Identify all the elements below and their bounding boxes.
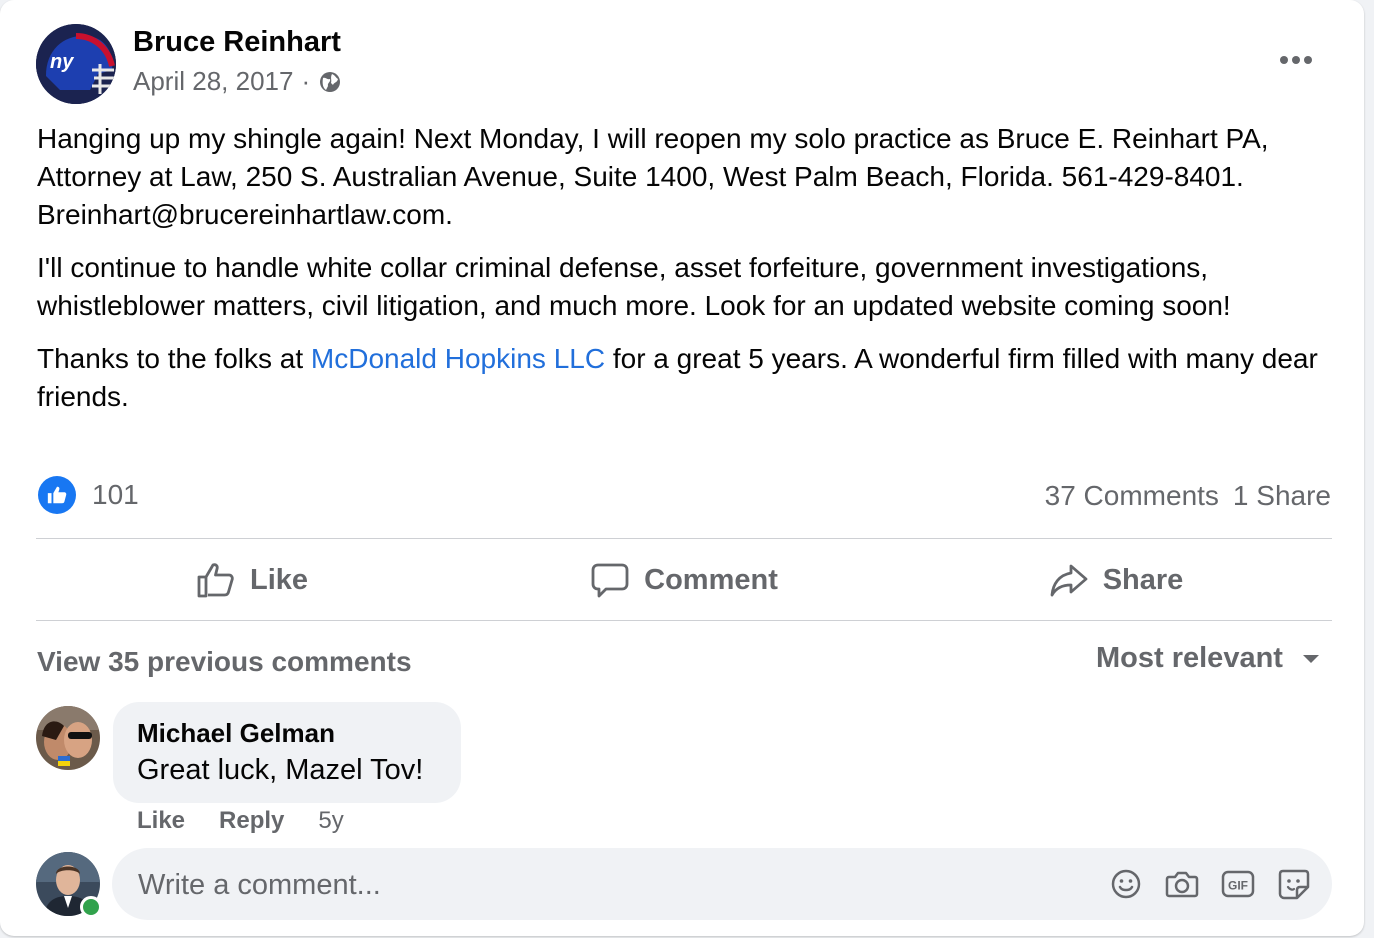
- comment-reply-button[interactable]: Reply: [219, 807, 284, 835]
- like-button[interactable]: Like: [36, 540, 468, 620]
- post-paragraph: Hanging up my shingle again! Next Monday…: [37, 123, 1269, 230]
- comment-label: Comment: [644, 563, 778, 596]
- view-previous-comments-link[interactable]: View 35 previous comments: [37, 646, 412, 678]
- svg-text:GIF: GIF: [1228, 879, 1248, 893]
- sticker-icon[interactable]: [1276, 866, 1312, 902]
- comment-sort-dropdown[interactable]: Most relevant: [1096, 642, 1321, 675]
- paragraph-text: Thanks to the folks at: [37, 343, 311, 374]
- like-reaction-icon: [38, 476, 76, 514]
- post-date[interactable]: April 28, 2017: [133, 66, 293, 97]
- reaction-count: 101: [92, 479, 139, 510]
- post-card: ny Bruce Reinhart April 28, 2017 · Hangi…: [0, 0, 1364, 936]
- current-user-avatar[interactable]: [36, 852, 102, 918]
- author-avatar[interactable]: ny: [36, 24, 116, 104]
- divider: [36, 538, 1332, 539]
- commenter-avatar[interactable]: [36, 706, 100, 770]
- thumbs-up-icon: [197, 563, 234, 598]
- comment-timestamp[interactable]: 5y: [318, 807, 343, 835]
- sort-label: Most relevant: [1096, 642, 1283, 674]
- comment-input[interactable]: [136, 848, 1080, 922]
- comments-count[interactable]: 37 Comments: [1045, 480, 1219, 512]
- author-name[interactable]: Bruce Reinhart: [133, 26, 341, 59]
- post-paragraph: Thanks to the folks at McDonald Hopkins …: [37, 340, 1337, 416]
- composer-tools: GIF: [1108, 866, 1312, 902]
- caret-down-icon: [1302, 654, 1319, 663]
- comment-actions: Like Reply 5y: [137, 807, 344, 835]
- meta-separator: ·: [301, 66, 311, 96]
- post-actions: Like Comment Share: [36, 540, 1332, 620]
- comment-icon: [591, 563, 629, 598]
- share-arrow-icon: [1050, 564, 1088, 597]
- ellipsis-icon: [1280, 56, 1312, 64]
- comment-composer: GIF: [112, 848, 1332, 922]
- mention-link[interactable]: McDonald Hopkins LLC: [311, 343, 605, 374]
- gif-icon[interactable]: GIF: [1220, 866, 1256, 902]
- post-body: Hanging up my shingle again! Next Monday…: [37, 120, 1337, 431]
- like-label: Like: [249, 563, 309, 596]
- engagement-counts: 37 Comments 1 Share: [1045, 480, 1331, 512]
- post-meta: April 28, 2017 ·: [133, 66, 342, 97]
- comment-like-button[interactable]: Like: [137, 807, 185, 835]
- share-button[interactable]: Share: [900, 540, 1332, 620]
- globe-icon: [318, 70, 342, 94]
- comment-bubble: Michael Gelman Great luck, Mazel Tov!: [113, 702, 461, 803]
- reaction-summary[interactable]: 101: [38, 476, 139, 514]
- more-options-button[interactable]: [1270, 42, 1322, 78]
- comment-text: Great luck, Mazel Tov!: [137, 754, 424, 786]
- comment-button[interactable]: Comment: [468, 540, 900, 620]
- divider: [36, 620, 1332, 621]
- commenter-name[interactable]: Michael Gelman: [137, 718, 335, 749]
- shares-count[interactable]: 1 Share: [1233, 480, 1331, 512]
- svg-text:ny: ny: [50, 51, 74, 73]
- online-status-dot: [80, 896, 102, 918]
- emoji-icon[interactable]: [1108, 866, 1144, 902]
- camera-icon[interactable]: [1164, 866, 1200, 902]
- post-paragraph: I'll continue to handle white collar cri…: [37, 252, 1231, 321]
- share-label: Share: [1102, 563, 1184, 596]
